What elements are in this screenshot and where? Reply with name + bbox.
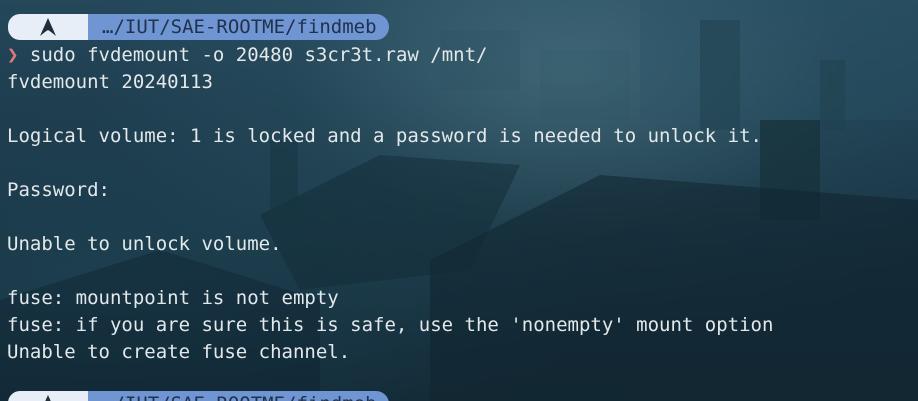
arch-linux-icon (40, 18, 56, 36)
cwd-path: …/IUT/SAE-ROOTME/findmeb (88, 391, 389, 401)
os-segment (8, 391, 88, 401)
cwd-path: …/IUT/SAE-ROOTME/findmeb (88, 14, 389, 40)
arch-linux-icon (45, 395, 51, 401)
output-line: Logical volume: 1 is locked and a passwo… (7, 125, 762, 147)
output-line: fvdemount 20240113 (7, 71, 213, 93)
prompt-bar: …/IUT/SAE-ROOTME/findmeb (8, 14, 411, 40)
output-line: Unable to create fuse channel. (7, 341, 351, 363)
terminal-window[interactable]: …/IUT/SAE-ROOTME/findmeb ❯ sudo fvdemoun… (0, 0, 918, 401)
output-line: fuse: if you are sure this is safe, use … (7, 314, 774, 336)
next-prompt-bar: …/IUT/SAE-ROOTME/findmeb (8, 391, 411, 401)
command-line: ❯ sudo fvdemount -o 20480 s3cr3t.raw /mn… (7, 44, 487, 66)
output-line: Unable to unlock volume. (7, 233, 282, 255)
os-segment (8, 14, 88, 40)
output-line: fuse: mountpoint is not empty (7, 287, 339, 309)
prompt-chevron-icon: ❯ (7, 44, 19, 66)
output-line: Password: (7, 179, 110, 201)
command-text[interactable]: sudo fvdemount -o 20480 s3cr3t.raw /mnt/ (30, 44, 488, 66)
